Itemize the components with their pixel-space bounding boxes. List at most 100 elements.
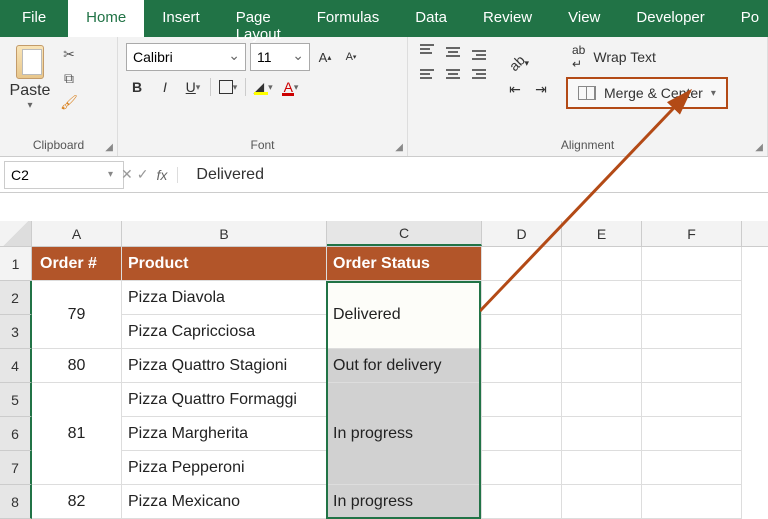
cell-F7[interactable] [642,451,742,485]
row-head-8[interactable]: 8 [0,485,32,519]
cell-E1[interactable] [562,247,642,281]
cell-A2[interactable]: 79 [32,281,122,349]
cell-A1[interactable]: Order # [32,247,122,281]
cell-C1[interactable]: Order Status [327,247,482,281]
col-head-B[interactable]: B [122,221,327,246]
align-center-button[interactable] [442,65,464,83]
cell-F3[interactable] [642,315,742,349]
cell-B4[interactable]: Pizza Quattro Stagioni [122,349,327,383]
col-head-E[interactable]: E [562,221,642,246]
cell-E4[interactable] [562,349,642,383]
align-bottom-button[interactable] [468,43,490,61]
cell-E6[interactable] [562,417,642,451]
cell-B7[interactable]: Pizza Pepperoni [122,451,327,485]
align-left-button[interactable] [416,65,438,83]
merge-center-button[interactable]: Merge & Center ▾ [566,77,728,109]
align-top-button[interactable] [416,43,438,61]
cell-D8[interactable] [482,485,562,519]
fx-button[interactable]: fx [157,167,179,183]
cell-D5[interactable] [482,383,562,417]
cell-B8[interactable]: Pizza Mexicano [122,485,327,519]
cell-E5[interactable] [562,383,642,417]
cell-B5[interactable]: Pizza Quattro Formaggi [122,383,327,417]
cell-C4[interactable]: Out for delivery [327,349,482,383]
underline-button[interactable]: U ▾ [182,77,204,97]
cell-D2[interactable] [482,281,562,315]
clipboard-dialog-launcher[interactable]: ◢ [105,142,113,153]
cell-E2[interactable] [562,281,642,315]
row-head-1[interactable]: 1 [0,247,32,281]
cell-F6[interactable] [642,417,742,451]
enter-formula-button[interactable]: ✓ [137,166,149,183]
row-head-4[interactable]: 4 [0,349,32,383]
cell-D6[interactable] [482,417,562,451]
cell-B2[interactable]: Pizza Diavola [122,281,327,315]
paste-button[interactable]: Paste ▾ [8,43,52,113]
cell-C8[interactable]: In progress [327,485,482,519]
col-head-D[interactable]: D [482,221,562,246]
tab-review[interactable]: Review [465,0,550,37]
italic-button[interactable]: I [154,77,176,97]
cell-D4[interactable] [482,349,562,383]
fill-color-button[interactable]: ◢ ▾ [252,77,274,97]
cell-B6[interactable]: Pizza Margherita [122,417,327,451]
cell-E7[interactable] [562,451,642,485]
cell-C5[interactable]: In progress [327,383,482,485]
cell-D3[interactable] [482,315,562,349]
col-head-C[interactable]: C [327,221,482,246]
tab-more[interactable]: Po [723,0,768,37]
tab-formulas[interactable]: Formulas [299,0,398,37]
cut-button[interactable]: ✂ [58,44,80,64]
cell-D7[interactable] [482,451,562,485]
tab-data[interactable]: Data [397,0,465,37]
cell-A8[interactable]: 82 [32,485,122,519]
cell-F1[interactable] [642,247,742,281]
cell-F8[interactable] [642,485,742,519]
formula-input[interactable]: Delivered [188,162,768,188]
tab-home[interactable]: Home [68,0,144,37]
col-head-F[interactable]: F [642,221,742,246]
cell-A5[interactable]: 81 [32,383,122,485]
cancel-formula-button[interactable]: ✕ [121,166,133,183]
cell-A4[interactable]: 80 [32,349,122,383]
copy-button[interactable]: ⧉ [58,68,80,88]
alignment-dialog-launcher[interactable]: ◢ [755,142,763,153]
cell-B1[interactable]: Product [122,247,327,281]
wrap-text-button[interactable]: ab↵ Wrap Text [566,43,728,71]
borders-button[interactable]: ▾ [217,77,239,97]
cell-B3[interactable]: Pizza Capricciosa [122,315,327,349]
tab-view[interactable]: View [550,0,618,37]
cell-E3[interactable] [562,315,642,349]
font-size-select[interactable] [250,43,310,71]
tab-developer[interactable]: Developer [618,0,722,37]
orientation-button[interactable]: ab ▾ [504,53,534,73]
select-all-button[interactable] [0,221,32,246]
bold-button[interactable]: B [126,77,148,97]
tab-file[interactable]: File [0,0,68,37]
cell-F5[interactable] [642,383,742,417]
cell-F4[interactable] [642,349,742,383]
row-head-2[interactable]: 2 [0,281,32,315]
tab-insert[interactable]: Insert [144,0,218,37]
font-name-select[interactable] [126,43,246,71]
increase-font-button[interactable]: A▴ [314,47,336,67]
col-head-A[interactable]: A [32,221,122,246]
cell-F2[interactable] [642,281,742,315]
font-color-button[interactable]: A ▾ [280,77,302,97]
row-head-5[interactable]: 5 [0,383,32,417]
row-head-6[interactable]: 6 [0,417,32,451]
row-head-7[interactable]: 7 [0,451,32,485]
font-dialog-launcher[interactable]: ◢ [395,142,403,153]
decrease-font-button[interactable]: A▾ [340,47,362,67]
cell-E8[interactable] [562,485,642,519]
row-head-3[interactable]: 3 [0,315,32,349]
name-box[interactable]: C2 [4,161,124,189]
increase-indent-button[interactable]: ⇥ [530,79,552,99]
align-right-button[interactable] [468,65,490,83]
cell-D1[interactable] [482,247,562,281]
format-painter-button[interactable]: 🖌 [58,92,80,112]
decrease-indent-button[interactable]: ⇤ [504,79,526,99]
tab-page-layout[interactable]: Page Layout [218,0,299,37]
align-middle-button[interactable] [442,43,464,61]
cell-C2[interactable]: Delivered [327,281,482,349]
